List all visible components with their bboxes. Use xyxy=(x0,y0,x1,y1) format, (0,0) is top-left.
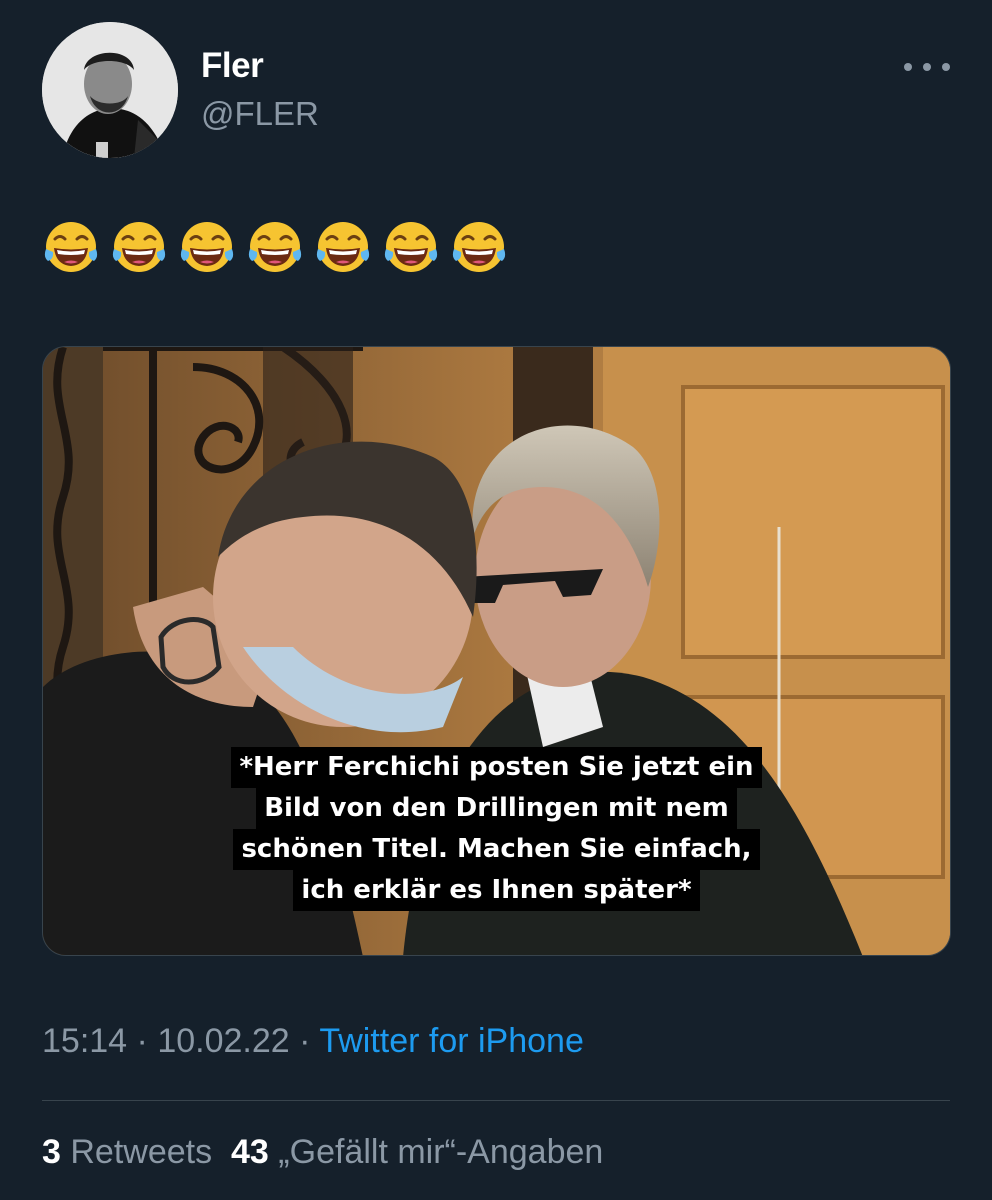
retweets-label: Retweets xyxy=(70,1133,213,1171)
tweet-source-link[interactable]: Twitter for iPhone xyxy=(319,1022,584,1060)
tweet-meta: 15:14 · 10.02.22 · Twitter for iPhone xyxy=(42,1022,584,1061)
laughing-tears-emoji-icon xyxy=(450,219,508,277)
laughing-tears-emoji-icon xyxy=(110,219,168,277)
more-horizontal-icon xyxy=(904,63,950,71)
retweets-count: 3 xyxy=(42,1133,61,1171)
tweet-detail: Fler @FLER *Herr Ferchichi posten Sie je… xyxy=(0,0,992,1200)
tweet-date[interactable]: 10.02.22 xyxy=(157,1022,289,1060)
tweet-text xyxy=(42,220,508,276)
meta-separator: · xyxy=(136,1022,148,1060)
laughing-tears-emoji-icon xyxy=(246,219,304,277)
caption-line: *Herr Ferchichi posten Sie jetzt ein xyxy=(231,747,762,788)
user-handle[interactable]: @FLER xyxy=(201,95,319,133)
laughing-tears-emoji-icon xyxy=(382,219,440,277)
laughing-tears-emoji-icon xyxy=(314,219,372,277)
meta-separator: · xyxy=(299,1022,311,1060)
divider xyxy=(42,1100,950,1101)
more-options-button[interactable] xyxy=(902,52,952,82)
avatar[interactable] xyxy=(42,22,178,158)
likes-label: „Gefällt mir“-Angaben xyxy=(278,1133,604,1171)
caption-line: Bild von den Drillingen mit nem xyxy=(256,788,737,829)
media-caption: *Herr Ferchichi posten Sie jetzt ein Bild… xyxy=(43,747,950,911)
caption-line: ich erklär es Ihnen später* xyxy=(293,870,700,911)
laughing-tears-emoji-icon xyxy=(42,219,100,277)
retweets-stat[interactable]: 3 Retweets xyxy=(42,1133,212,1171)
tweet-time[interactable]: 15:14 xyxy=(42,1022,127,1060)
tweet-stats: 3 Retweets 43 „Gefällt mir“-Angaben xyxy=(42,1133,603,1172)
display-name[interactable]: Fler xyxy=(201,46,264,86)
tweet-media-image[interactable]: *Herr Ferchichi posten Sie jetzt ein Bild… xyxy=(42,346,951,956)
likes-count: 43 xyxy=(231,1133,269,1171)
caption-line: schönen Titel. Machen Sie einfach, xyxy=(233,829,760,870)
likes-stat[interactable]: 43 „Gefällt mir“-Angaben xyxy=(231,1133,603,1171)
laughing-tears-emoji-icon xyxy=(178,219,236,277)
